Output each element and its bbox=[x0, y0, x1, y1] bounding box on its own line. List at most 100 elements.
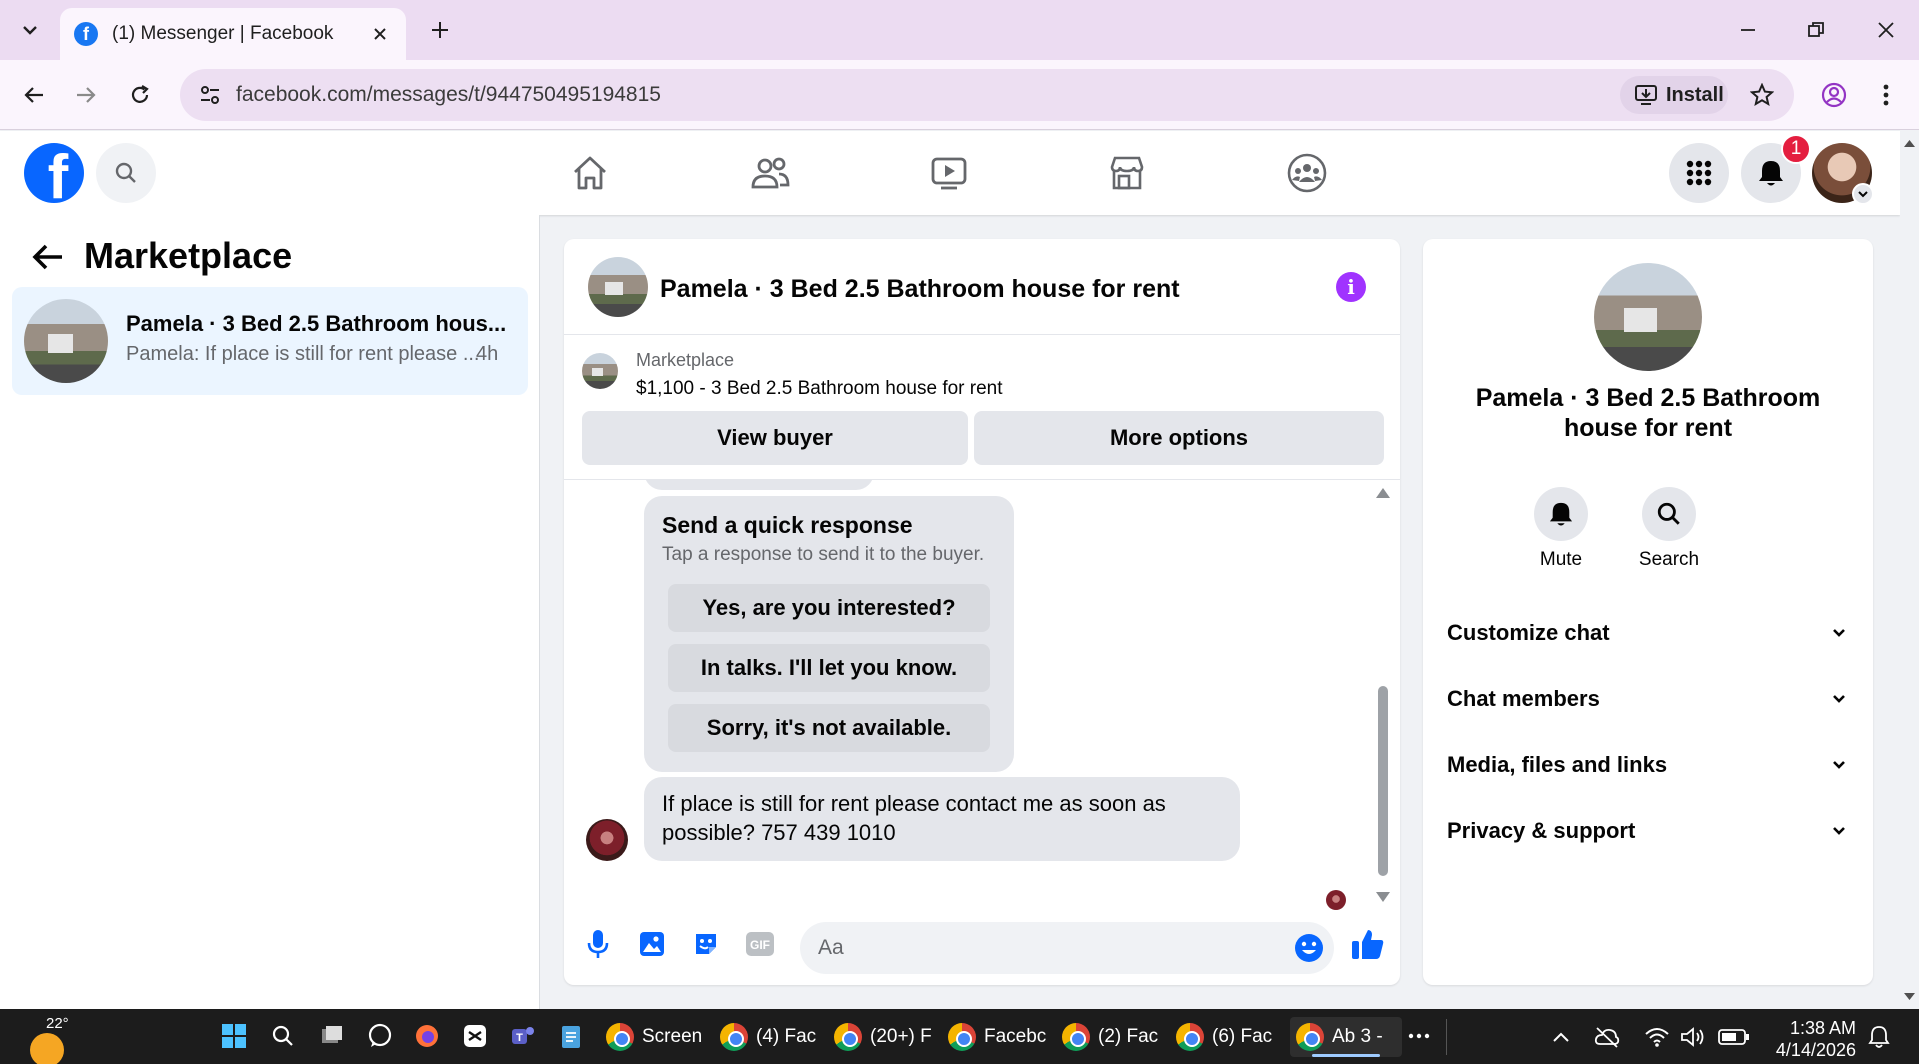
nav-marketplace[interactable] bbox=[1062, 139, 1192, 207]
listing-title[interactable]: $1,100 - 3 Bed 2.5 Bathroom house for re… bbox=[636, 378, 1003, 400]
forward-button[interactable] bbox=[66, 75, 106, 115]
message-input-placeholder: Aa bbox=[818, 936, 844, 959]
attach-photo-button[interactable] bbox=[632, 924, 672, 964]
gif-button[interactable]: GIF bbox=[740, 924, 780, 964]
back-to-chats-button[interactable] bbox=[28, 237, 68, 277]
taskbar-search-button[interactable] bbox=[268, 1021, 298, 1051]
nav-home[interactable] bbox=[525, 139, 655, 207]
minimize-button[interactable] bbox=[1728, 14, 1768, 46]
quick-response-not-available[interactable]: Sorry, it's not available. bbox=[668, 704, 990, 752]
quick-response-card: Send a quick response Tap a response to … bbox=[644, 496, 1014, 772]
scroll-thumb[interactable] bbox=[1378, 686, 1388, 876]
task-view-button[interactable] bbox=[317, 1021, 347, 1051]
battery-tray[interactable] bbox=[1718, 1024, 1750, 1050]
show-hidden-icons-button[interactable] bbox=[1548, 1024, 1574, 1050]
sticker-button[interactable] bbox=[686, 924, 726, 964]
menu-apps-button[interactable] bbox=[1669, 143, 1729, 203]
taskbar-overflow-button[interactable] bbox=[1404, 1021, 1434, 1051]
send-like-button[interactable] bbox=[1348, 924, 1388, 964]
message-scrollbar[interactable] bbox=[1376, 480, 1390, 910]
start-button[interactable] bbox=[219, 1021, 249, 1051]
customize-chat-row[interactable]: Customize chat bbox=[1447, 608, 1847, 658]
row-label: Customize chat bbox=[1447, 620, 1610, 645]
taskbar-app-chrome-3[interactable]: (20+) F bbox=[834, 1017, 932, 1057]
account-menu-chevron[interactable] bbox=[1852, 183, 1874, 205]
system-clock[interactable]: 1:38 AM 4/14/2026 bbox=[1760, 1017, 1856, 1061]
conversation-item[interactable]: Pamela · 3 Bed 2.5 Bathroom hous... Pame… bbox=[12, 287, 528, 395]
search-in-conversation-button[interactable] bbox=[1642, 487, 1696, 541]
teams-app[interactable]: T bbox=[508, 1021, 538, 1051]
notification-bell-icon bbox=[1868, 1026, 1890, 1048]
mute-action[interactable]: Mute bbox=[1516, 487, 1606, 571]
taskbar-app-label: Ab 3 - bbox=[1332, 1026, 1383, 1047]
media-files-links-row[interactable]: Media, files and links bbox=[1447, 740, 1847, 790]
browser-menu-button[interactable] bbox=[1866, 75, 1906, 115]
new-tab-button[interactable] bbox=[424, 14, 456, 46]
firefox-app[interactable] bbox=[412, 1021, 442, 1051]
address-bar[interactable]: facebook.com/messages/t/944750495194815 … bbox=[180, 69, 1794, 121]
marketplace-label: Marketplace bbox=[636, 350, 735, 370]
chrome-icon bbox=[720, 1023, 748, 1051]
install-icon bbox=[1635, 85, 1657, 105]
search-action[interactable]: Search bbox=[1624, 487, 1714, 571]
facebook-search-button[interactable] bbox=[96, 143, 156, 203]
notepad-app[interactable] bbox=[556, 1021, 586, 1051]
sidebar-title: Marketplace bbox=[84, 235, 293, 276]
taskbar-app-chrome-active[interactable]: Ab 3 - bbox=[1290, 1017, 1402, 1057]
taskbar-app-chrome-5[interactable]: (2) Fac bbox=[1062, 1017, 1158, 1057]
taskbar-app-chrome-2[interactable]: (4) Fac bbox=[720, 1017, 816, 1057]
message-list[interactable]: Send a quick response Tap a response to … bbox=[564, 480, 1400, 910]
nav-video[interactable] bbox=[884, 139, 1014, 207]
chat-members-row[interactable]: Chat members bbox=[1447, 674, 1847, 724]
chat-title[interactable]: Pamela · 3 Bed 2.5 Bathroom house for re… bbox=[660, 275, 1180, 304]
page-scrollbar[interactable] bbox=[1900, 131, 1919, 1009]
capcut-app[interactable] bbox=[460, 1021, 490, 1051]
url-text[interactable]: facebook.com/messages/t/944750495194815 bbox=[236, 83, 661, 107]
listing-thumbnail bbox=[582, 353, 618, 389]
install-app-button[interactable]: Install bbox=[1620, 76, 1728, 114]
browser-profile-button[interactable] bbox=[1814, 75, 1854, 115]
quick-response-in-talks[interactable]: In talks. I'll let you know. bbox=[668, 644, 990, 692]
notification-center-button[interactable] bbox=[1866, 1024, 1892, 1050]
taskbar-app-chrome-6[interactable]: (6) Fac bbox=[1176, 1017, 1272, 1057]
nav-friends[interactable] bbox=[705, 139, 835, 207]
chevron-down-icon bbox=[1833, 695, 1845, 703]
whatsapp-app[interactable] bbox=[365, 1021, 395, 1051]
site-settings-icon[interactable] bbox=[196, 81, 224, 109]
restore-button[interactable] bbox=[1796, 14, 1836, 46]
quick-response-interested[interactable]: Yes, are you interested? bbox=[668, 584, 990, 632]
wifi-tray[interactable] bbox=[1644, 1024, 1670, 1050]
arrow-left-icon bbox=[24, 87, 43, 103]
volume-tray[interactable] bbox=[1680, 1024, 1706, 1050]
message-input[interactable]: Aa bbox=[800, 922, 1334, 974]
info-avatar[interactable] bbox=[1594, 263, 1702, 371]
back-button[interactable] bbox=[14, 75, 54, 115]
search-label: Search bbox=[1638, 549, 1700, 570]
close-window-button[interactable] bbox=[1866, 14, 1906, 46]
mute-button[interactable] bbox=[1534, 487, 1588, 541]
cloud-sync-tray[interactable] bbox=[1594, 1024, 1620, 1050]
view-buyer-button[interactable]: View buyer bbox=[582, 411, 968, 465]
tab-close-button[interactable] bbox=[368, 22, 392, 46]
browser-tab-messenger[interactable]: f (1) Messenger | Facebook bbox=[60, 8, 406, 60]
facebook-logo-icon[interactable]: f bbox=[24, 143, 84, 203]
privacy-support-row[interactable]: Privacy & support bbox=[1447, 806, 1847, 856]
sender-avatar[interactable] bbox=[586, 819, 628, 861]
chevron-down-icon bbox=[1858, 191, 1868, 198]
voice-clip-button[interactable] bbox=[578, 924, 618, 964]
scroll-down-arrow[interactable] bbox=[1376, 892, 1390, 902]
nav-groups[interactable] bbox=[1242, 139, 1372, 207]
info-name-line: house for rent bbox=[1563, 414, 1733, 442]
more-options-button[interactable]: More options bbox=[974, 411, 1384, 465]
scroll-up-arrow[interactable] bbox=[1376, 488, 1390, 498]
chat-avatar[interactable] bbox=[588, 257, 648, 317]
incoming-message-bubble[interactable]: If place is still for rent please contac… bbox=[644, 777, 1240, 861]
bookmark-star-button[interactable] bbox=[1748, 81, 1776, 109]
tab-search-button[interactable] bbox=[14, 14, 46, 46]
taskbar-app-chrome-1[interactable]: Screen bbox=[606, 1017, 702, 1057]
conversation-info-button[interactable]: i bbox=[1336, 272, 1366, 302]
weather-widget[interactable]: 22° bbox=[28, 1015, 69, 1064]
emoji-icon[interactable] bbox=[1294, 933, 1324, 963]
reload-button[interactable] bbox=[120, 75, 160, 115]
taskbar-app-chrome-4[interactable]: Facebc bbox=[948, 1017, 1046, 1057]
